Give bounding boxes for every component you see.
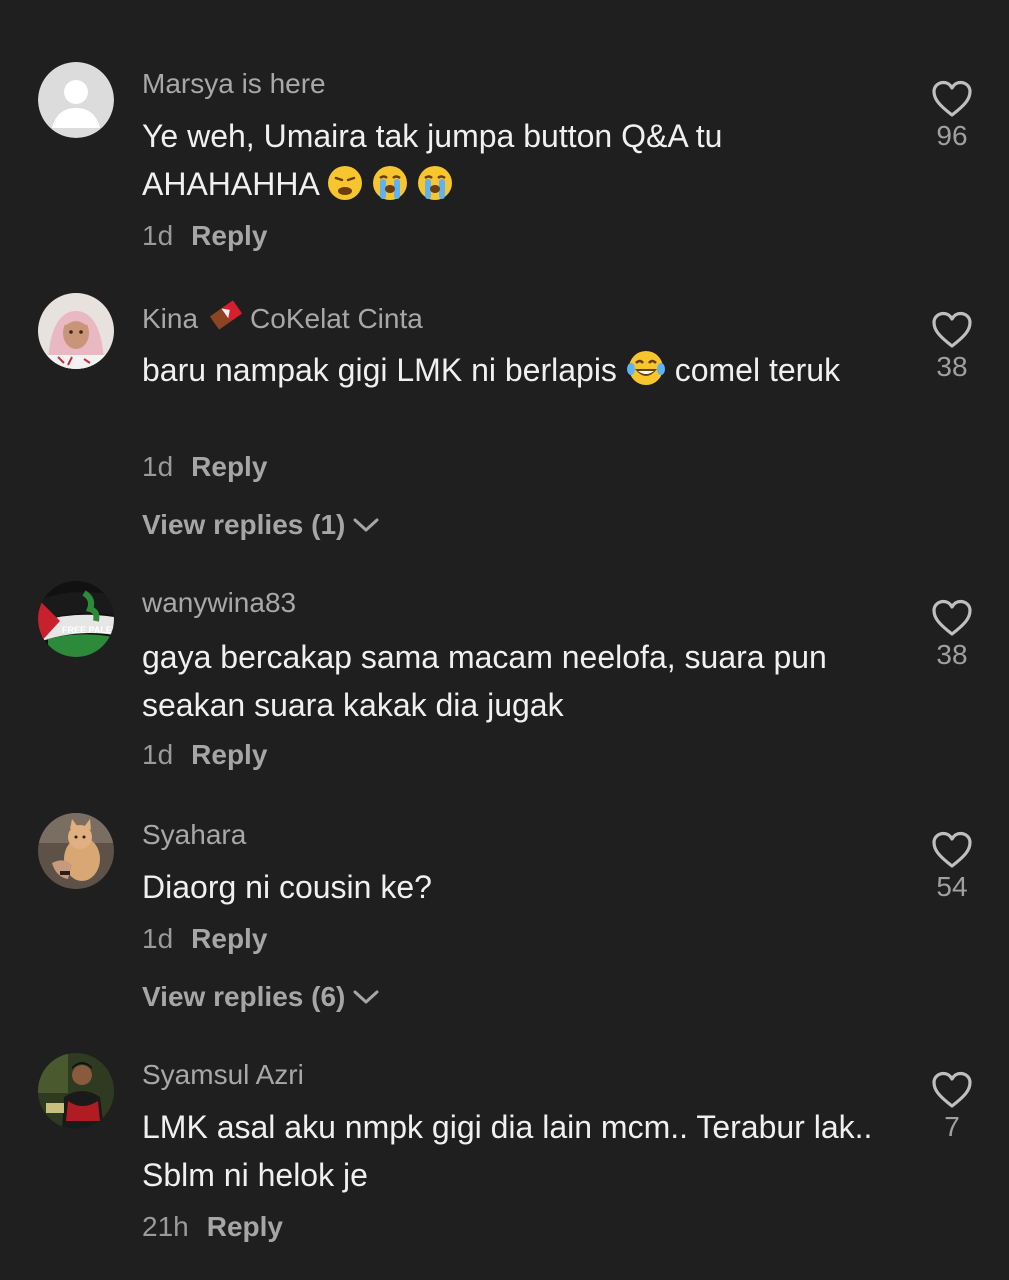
comment-username[interactable]: Syahara: [142, 819, 246, 851]
like-count: 38: [936, 351, 968, 382]
like-button[interactable]: 54: [922, 831, 982, 903]
avatar[interactable]: [38, 1053, 114, 1129]
palestine-flag-avatar-icon: FREE PALESTIN: [38, 581, 114, 657]
comment-text-after: comel teruk: [674, 352, 841, 388]
avatar-text: FREE PALESTIN: [62, 625, 114, 635]
comment-text: Diaorg ni cousin ke?: [142, 869, 432, 905]
username-suffix: CoKelat Cinta: [250, 302, 423, 334]
like-count: 54: [936, 871, 968, 902]
heart-icon: [932, 831, 972, 868]
hijab-selfie-avatar-icon: [38, 293, 114, 369]
like-count: 7: [944, 1111, 960, 1142]
avatar[interactable]: FREE PALESTIN: [38, 581, 114, 657]
avatar[interactable]: [38, 813, 114, 889]
chocolate-bar-icon: [208, 299, 244, 338]
comment-time: 1d: [142, 923, 174, 954]
reply-button[interactable]: Reply: [191, 923, 267, 954]
view-replies-button[interactable]: View replies (1): [142, 509, 379, 541]
heart-icon: [932, 80, 972, 117]
like-button[interactable]: 96: [922, 80, 982, 152]
man-photo-avatar-icon: [38, 1053, 114, 1129]
comment-username[interactable]: wanywina83: [142, 587, 296, 619]
comment-meta: 21h Reply: [142, 1211, 283, 1243]
avatar[interactable]: [38, 293, 114, 369]
heart-icon: [932, 599, 972, 636]
comment-username[interactable]: Syamsul Azri: [142, 1059, 304, 1091]
chevron-down-icon: [353, 990, 379, 1004]
loudly-crying-face-icon: [417, 165, 453, 214]
like-button[interactable]: 7: [922, 1071, 982, 1143]
username-prefix: Kina: [142, 302, 199, 334]
heart-icon: [932, 1071, 972, 1108]
reply-button[interactable]: Reply: [191, 451, 267, 482]
reply-button[interactable]: Reply: [191, 739, 267, 770]
comment-text: Ye weh, Umaira tak jumpa button Q&A tu A…: [142, 112, 902, 214]
comment-text: LMK asal aku nmpk gigi dia lain mcm.. Te…: [142, 1109, 873, 1193]
face-with-tears-of-joy-icon: [626, 349, 666, 399]
comment-time: 1d: [142, 220, 174, 251]
comment-time: 1d: [142, 739, 174, 770]
default-avatar-icon: [38, 62, 114, 138]
reply-button[interactable]: Reply: [207, 1211, 283, 1242]
reply-button[interactable]: Reply: [191, 220, 267, 251]
like-button[interactable]: 38: [922, 599, 982, 671]
cat-photo-avatar-icon: [38, 813, 114, 889]
view-replies-label: View replies (1): [142, 509, 346, 540]
comment-username[interactable]: Kina CoKelat Cinta: [142, 299, 423, 338]
comment-meta: 1d Reply: [142, 923, 267, 955]
comment-text: baru nampak gigi LMK ni berlapis comel t…: [142, 347, 902, 399]
loudly-crying-face-icon: [372, 165, 408, 214]
comment-time: 21h: [142, 1211, 189, 1242]
comment-meta: 1d Reply: [142, 451, 267, 483]
heart-icon: [932, 311, 972, 348]
like-button[interactable]: 38: [922, 311, 982, 383]
like-count: 38: [936, 639, 968, 670]
avatar[interactable]: [38, 62, 114, 138]
chevron-down-icon: [353, 518, 379, 532]
comment-username[interactable]: Marsya is here: [142, 68, 326, 100]
comment-text-before: baru nampak gigi LMK ni berlapis: [142, 352, 617, 388]
comment-meta: 1d Reply: [142, 739, 267, 771]
comment-time: 1d: [142, 451, 174, 482]
comment-text: gaya bercakap sama macam neelofa, suara …: [142, 639, 827, 723]
view-replies-label: View replies (6): [142, 981, 346, 1012]
view-replies-button[interactable]: View replies (6): [142, 981, 379, 1013]
weary-face-icon: [327, 165, 363, 214]
comment-meta: 1d Reply: [142, 220, 267, 252]
like-count: 96: [936, 120, 968, 151]
